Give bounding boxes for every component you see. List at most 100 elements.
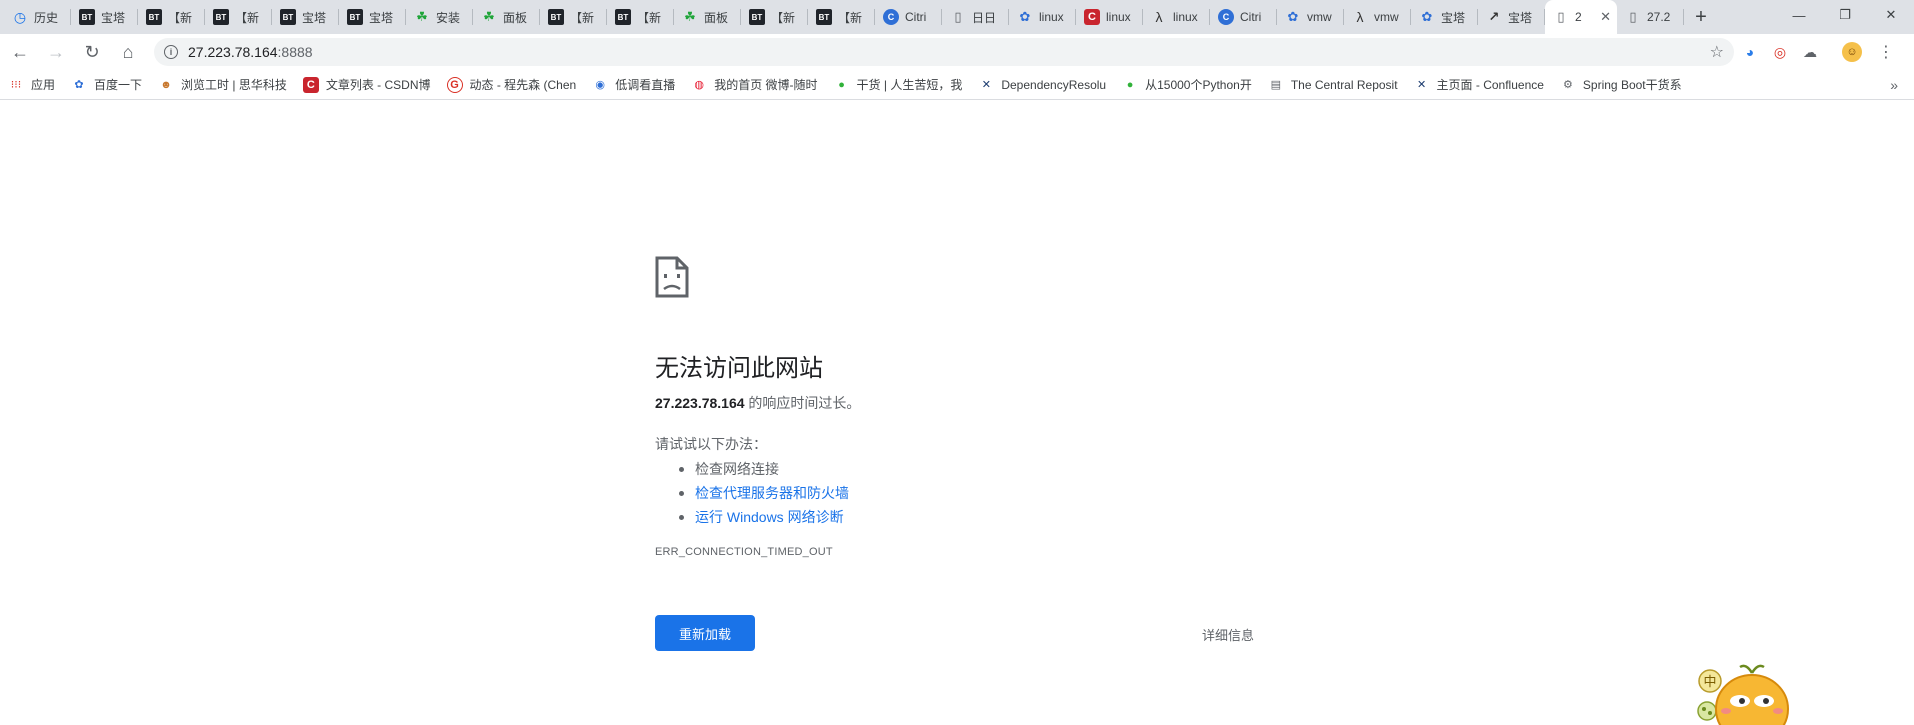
extension-target-icon[interactable]: ◎ [1766,38,1794,66]
lambda-icon: λ [1155,9,1163,25]
bt-icon: BT [615,9,631,25]
maximize-button[interactable]: ❐ [1822,0,1868,30]
home-button[interactable]: ⌂ [114,38,142,66]
bookmark-item[interactable]: ✿ 百度一下 [71,76,142,93]
tab-label: 面板 [503,10,528,25]
tab-label: 2 [1575,10,1582,24]
bookmark-item[interactable]: ☻ 浏览工时 | 思华科技 [158,76,287,93]
arrow-icon: ↗ [1488,9,1500,24]
suggestion-link[interactable]: 运行 Windows 网络诊断 [655,505,849,529]
tab[interactable]: ☘ 安装 [406,0,473,34]
error-code: ERR_CONNECTION_TIMED_OUT [655,546,833,558]
back-button[interactable]: ← [6,38,34,66]
tab[interactable]: ☘ 面板 [473,0,540,34]
tab-label: 安装 [436,10,461,25]
wechat-icon: ● [1126,78,1134,91]
tab[interactable]: BT 【新 [138,0,205,34]
browser-menu-icon[interactable]: ⋮ [1872,38,1900,66]
bookmark-item[interactable]: ⚙ Spring Boot干货系 [1560,76,1682,93]
tab[interactable]: BT 【新 [540,0,607,34]
bookmark-label: 应用 [31,78,56,92]
details-button[interactable]: 详细信息 [1202,625,1254,644]
bookmark-item[interactable]: ● 从15000个Python开 [1122,76,1252,93]
bookmark-item[interactable]: ✕ DependencyResolu [978,77,1106,93]
lambda-icon: λ [1356,9,1364,25]
tab-label: 历史 [34,10,59,25]
tab[interactable]: BT 宝塔 [339,0,406,34]
tab[interactable]: BT 【新 [741,0,808,34]
tab-strip: ◷ 历史 BT 宝塔 BT 【新 BT 【新 BT 宝塔 BT 宝塔 ☘ 安装 ☘ 面板 BT 【新 BT 【新 ☘ 面板… [0,0,1914,34]
bookmark-label: 浏览工时 | 思华科技 [181,78,287,92]
sad-page-icon [655,256,689,298]
doc-icon: ▯ [954,9,962,24]
suggestion-text[interactable]: 检查代理服务器和防火墙 [695,485,849,501]
bookmarks-overflow-icon[interactable]: » [1890,77,1898,93]
live-icon: ◉ [595,79,605,91]
tab[interactable]: BT 【新 [808,0,875,34]
reload-button[interactable]: ↻ [78,38,106,66]
suggestion-item: 检查网络连接 [655,457,849,481]
tab[interactable]: ◷ 历史 [4,0,71,34]
bookmark-item[interactable]: ◉ 低调看直播 [592,76,675,93]
tab-label: Citri [1240,10,1262,24]
bookmark-item[interactable]: ● 干货 | 人生苦短，我 [834,76,962,93]
bt-icon: BT [347,9,363,25]
tab[interactable]: λ vmw [1344,0,1411,34]
tab-label: vmw [1307,10,1332,24]
address-bar[interactable]: i 27.223.78.164:8888 ☆ [154,38,1734,66]
tab[interactable]: C Citri [875,0,942,34]
tab[interactable]: C Citri [1210,0,1277,34]
book-icon: ▤ [1270,79,1282,91]
bookmark-item[interactable]: ✕ 主页面 - Confluence [1414,76,1544,93]
tab-label: Citri [905,10,927,24]
extension-cloud-icon[interactable]: ☁ [1796,38,1824,66]
tab[interactable]: ✿ 宝塔 [1411,0,1478,34]
bookmark-item[interactable]: C 文章列表 - CSDN博 [302,76,431,93]
tab-label: 【新 [168,10,193,25]
profile-avatar[interactable]: ☺ [1838,38,1866,66]
tab[interactable]: BT 【新 [205,0,272,34]
site-info-icon[interactable]: i [164,45,178,59]
new-tab-button[interactable]: + [1684,0,1718,34]
page-content: 无法访问此网站 27.223.78.164 的响应时间过长。 请试试以下办法： … [0,101,1914,725]
bookmark-label: The Central Reposit [1290,77,1398,92]
tab[interactable]: ✿ vmw [1277,0,1344,34]
tab-label: 【新 [570,10,595,25]
tab-label: 宝塔 [302,10,327,25]
citrix-icon: C [883,9,899,25]
bookmark-star-icon[interactable]: ☆ [1710,42,1724,62]
bookmark-item[interactable]: ⁝⁝⁝ 应用 [8,76,55,93]
tab[interactable]: ☘ 面板 [674,0,741,34]
tab[interactable]: ↗ 宝塔 [1478,0,1545,34]
spring-icon: ⚙ [1562,79,1573,91]
g-icon: G [446,76,463,93]
suggestion-link[interactable]: 检查代理服务器和防火墙 [655,481,849,505]
tab[interactable]: BT 【新 [607,0,674,34]
extension-globe-icon[interactable]: ◕ [1736,38,1764,66]
close-tab-icon[interactable]: ✕ [1600,9,1611,25]
doc-icon: ▯ [1557,9,1565,24]
bookmark-item[interactable]: G 动态 - 程先森 (Chen [446,76,577,93]
tab[interactable]: BT 宝塔 [272,0,339,34]
bookmark-item[interactable]: ◍ 我的首页 微博-随时 [691,76,817,93]
avatar-icon: ☺ [1842,42,1862,62]
minimize-button[interactable]: — [1776,0,1822,30]
tab[interactable]: Clinux [1076,0,1143,34]
mascot-extension-icon[interactable]: 中 [1690,661,1800,725]
tab[interactable]: BT 宝塔 [71,0,138,34]
suggestion-text[interactable]: 运行 Windows 网络诊断 [695,509,844,525]
tab[interactable]: ▯ 日日 [942,0,1009,34]
tab-label: 宝塔 [101,10,126,25]
tab[interactable]: ✿ linux [1009,0,1076,34]
tab[interactable]: λ linux [1143,0,1210,34]
tab[interactable]: ▯ 27.2 [1617,0,1684,34]
forward-button[interactable]: → [42,38,70,66]
reload-page-button[interactable]: 重新加载 [655,615,755,651]
bookmark-item[interactable]: ▤ The Central Reposit [1268,77,1398,93]
tab-label: 【新 [235,10,260,25]
tab-active[interactable]: ▯ 2 ✕ [1545,0,1617,34]
bookmark-label: 动态 - 程先森 (Chen [469,78,577,92]
url-host: 27.223.78.164 [188,44,278,60]
csdn-icon: C [302,76,319,93]
close-window-button[interactable]: ✕ [1868,0,1914,30]
